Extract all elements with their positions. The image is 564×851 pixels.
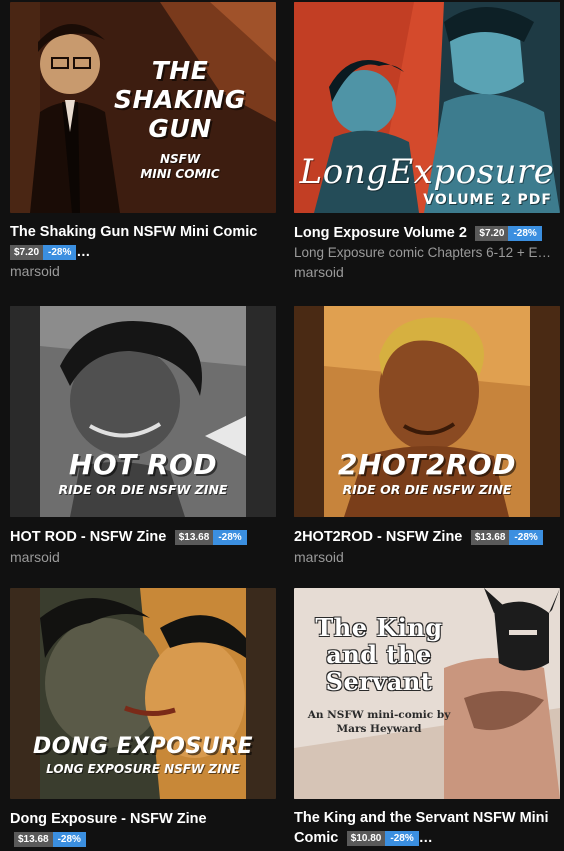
price: $13.68 bbox=[174, 530, 214, 545]
price: $7.20 bbox=[475, 226, 509, 241]
price: $7.20 bbox=[10, 245, 44, 260]
product-description: Long Exposure comic Chapters 6-12 + Ex… bbox=[294, 245, 556, 260]
discount-badge: -28% bbox=[213, 530, 247, 545]
discount-badge: -28% bbox=[508, 226, 542, 241]
cover-title: LongExposure bbox=[299, 152, 555, 192]
cover-subtitle: LONG EXPOSURE NSFW ZINE bbox=[46, 762, 240, 776]
author-link[interactable]: marsoid bbox=[10, 262, 276, 281]
cover-title: DONG EXPOSURE bbox=[32, 734, 254, 759]
product-thumbnail[interactable]: HOT ROD RIDE OR DIE NSFW ZINE bbox=[10, 306, 276, 517]
product-thumbnail[interactable]: LongExposure VOLUME 2 PDF bbox=[294, 2, 560, 213]
price-badge: $13.68 -28% bbox=[14, 832, 86, 847]
discount-badge: -28% bbox=[52, 832, 86, 847]
author-link[interactable]: marsoid bbox=[10, 548, 276, 567]
price: $13.68 bbox=[470, 530, 510, 545]
discount-badge: -28% bbox=[509, 530, 543, 545]
title-row: Long Exposure Volume 2 $7.20 -28% bbox=[294, 223, 560, 243]
product-title[interactable]: 2HOT2ROD - NSFW Zine bbox=[294, 529, 462, 545]
title-row: 2HOT2ROD - NSFW Zine $13.68 -28% bbox=[294, 527, 560, 547]
cover-title: THE SHAKING GUN bbox=[114, 56, 246, 143]
cover-title: The King and the Servant bbox=[315, 613, 443, 696]
cover-subtitle: An NSFW mini-comic by Mars Heyward bbox=[307, 709, 451, 735]
product-title[interactable]: The King and the Servant NSFW Mini bbox=[294, 809, 560, 828]
discount-badge: -28% bbox=[43, 245, 77, 260]
product-thumbnail[interactable]: 2HOT2ROD RIDE OR DIE NSFW ZINE bbox=[294, 306, 560, 517]
discount-badge: -28% bbox=[385, 831, 419, 846]
price-badge: $10.80 -28% bbox=[346, 831, 419, 846]
price-badge: $13.68 -28% bbox=[174, 530, 247, 545]
cover-title: HOT ROD bbox=[68, 448, 218, 481]
cover-subtitle: VOLUME 2 PDF bbox=[423, 192, 552, 208]
cover-subtitle: RIDE OR DIE NSFW ZINE bbox=[342, 482, 512, 497]
product-card-the-shaking-gun[interactable]: THE SHAKING GUN NSFW MINI COMIC The Shak… bbox=[10, 2, 276, 281]
product-title[interactable]: Long Exposure Volume 2 bbox=[294, 225, 467, 241]
product-grid: THE SHAKING GUN NSFW MINI COMIC The Shak… bbox=[0, 0, 564, 851]
truncation-ellipsis: … bbox=[418, 829, 433, 845]
cover-subtitle: NSFW MINI COMIC bbox=[140, 152, 220, 181]
product-title[interactable]: Dong Exposure - NSFW Zine bbox=[10, 811, 207, 827]
product-card-hot-rod[interactable]: HOT ROD RIDE OR DIE NSFW ZINE HOT ROD - … bbox=[10, 306, 276, 567]
product-title[interactable]: HOT ROD - NSFW Zine bbox=[10, 529, 166, 545]
product-thumbnail[interactable]: DONG EXPOSURE LONG EXPOSURE NSFW ZINE bbox=[10, 588, 276, 799]
title-row: HOT ROD - NSFW Zine $13.68 -28% bbox=[10, 527, 276, 547]
product-title[interactable]: The Shaking Gun NSFW Mini Comic bbox=[10, 223, 276, 242]
cover-subtitle: RIDE OR DIE NSFW ZINE bbox=[58, 482, 228, 497]
truncation-ellipsis: … bbox=[76, 243, 91, 259]
price-badge: $13.68 -28% bbox=[470, 530, 543, 545]
product-card-long-exposure-volume-2[interactable]: LongExposure VOLUME 2 PDF Long Exposure … bbox=[294, 2, 560, 282]
price-badge: $7.20 -28% bbox=[475, 226, 542, 241]
author-link[interactable]: marsoid bbox=[294, 263, 560, 282]
title-row: Dong Exposure - NSFW Zine $13.68 -28% bbox=[10, 809, 276, 848]
product-thumbnail[interactable]: The King and the Servant An NSFW mini-co… bbox=[294, 588, 560, 799]
cover-title: 2HOT2ROD bbox=[338, 448, 516, 481]
price-badge: $7.20 -28% bbox=[10, 245, 77, 260]
product-title-continued[interactable]: Comic bbox=[294, 830, 338, 846]
author-link[interactable]: marsoid bbox=[294, 548, 560, 567]
product-card-2hot2rod[interactable]: 2HOT2ROD RIDE OR DIE NSFW ZINE 2HOT2ROD … bbox=[294, 306, 560, 567]
product-thumbnail[interactable]: THE SHAKING GUN NSFW MINI COMIC bbox=[10, 2, 276, 213]
price: $10.80 bbox=[346, 831, 386, 846]
price: $13.68 bbox=[14, 832, 53, 847]
product-card-the-king-and-the-servant[interactable]: The King and the Servant An NSFW mini-co… bbox=[294, 588, 560, 848]
product-card-dong-exposure[interactable]: DONG EXPOSURE LONG EXPOSURE NSFW ZINE Do… bbox=[10, 588, 276, 851]
